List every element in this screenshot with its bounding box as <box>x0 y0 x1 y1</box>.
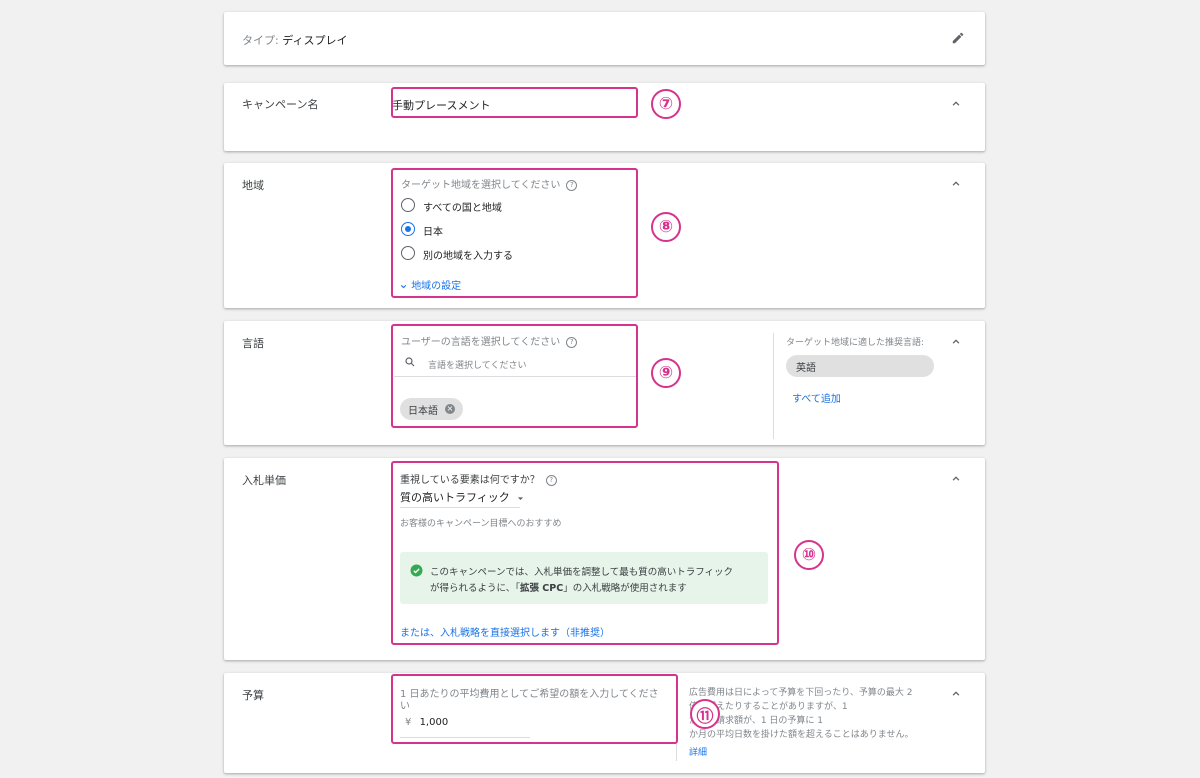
highlight-box-region <box>391 168 638 298</box>
region-label: 地域 <box>242 179 264 192</box>
budget-note-line3: か月の請求額が、1 日の予算に 1 <box>689 716 823 726</box>
language-label: 言語 <box>242 337 264 350</box>
recommended-languages-title: ターゲット地域に適した推奨言語: <box>786 338 925 348</box>
badge-8: ⑧ <box>651 212 681 242</box>
highlight-box-language <box>391 324 638 428</box>
highlight-box-bid <box>391 461 779 645</box>
budget-details-link[interactable]: 詳細 <box>689 745 707 758</box>
budget-note-line1: 広告費用は日によって予算を下回ったり、予算の最大 2 <box>689 688 913 698</box>
recommended-chip-english[interactable]: 英語 <box>786 355 934 377</box>
type-card: タイプ: ディスプレイ <box>224 12 985 65</box>
badge-10: ⑩ <box>794 540 824 570</box>
type-summary: タイプ: ディスプレイ <box>242 32 347 48</box>
recommended-chip-label: 英語 <box>796 362 816 374</box>
highlight-box-campaign-name <box>391 87 638 118</box>
bid-label: 入札単価 <box>242 474 286 487</box>
chevron-up-icon[interactable] <box>949 177 963 191</box>
highlight-box-budget <box>391 674 678 744</box>
badge-7: ⑦ <box>651 89 681 119</box>
budget-note: 広告費用は日によって予算を下回ったり、予算の最大 2 倍を超えたりすることがあり… <box>689 686 913 742</box>
add-all-link[interactable]: すべて追加 <box>792 390 841 405</box>
type-value: ディスプレイ <box>282 34 348 47</box>
badge-11: ⑪ <box>690 699 720 729</box>
campaign-name-label: キャンペーン名 <box>242 98 319 111</box>
budget-note-line4: か月の平均日数を掛けた額を超えることはありません。 <box>689 730 914 740</box>
chevron-up-icon[interactable] <box>949 97 963 111</box>
chevron-up-icon[interactable] <box>949 687 963 701</box>
budget-note-line2: 倍を超えたりすることがありますが、1 <box>689 702 848 712</box>
type-label: タイプ: <box>242 34 279 47</box>
badge-9: ⑨ <box>651 358 681 388</box>
chevron-up-icon[interactable] <box>949 335 963 349</box>
chevron-up-icon[interactable] <box>949 472 963 486</box>
budget-label: 予算 <box>242 689 264 702</box>
edit-pencil-icon[interactable] <box>951 31 965 45</box>
